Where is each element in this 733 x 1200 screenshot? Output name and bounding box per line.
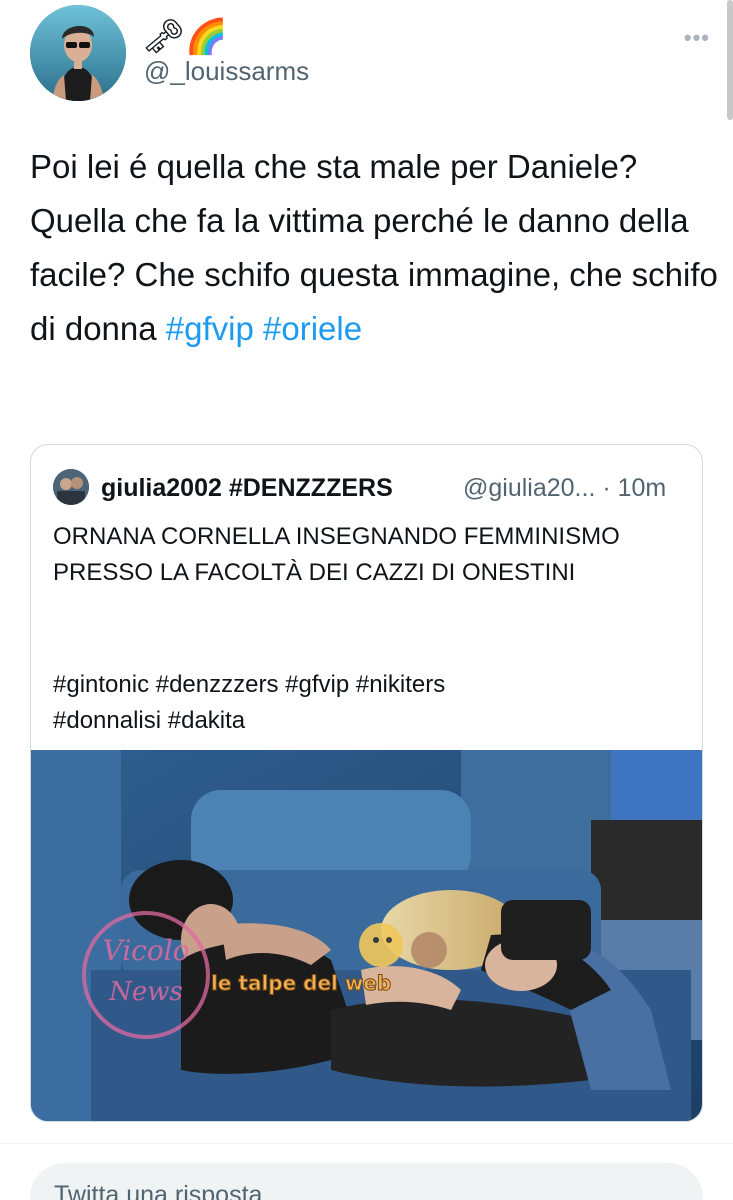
quoted-hashtags: #gintonic #denzzzers #gfvip #nikiters #d… bbox=[53, 667, 683, 739]
more-horizontal-icon[interactable]: ••• bbox=[684, 25, 710, 51]
reply-placeholder: Twitta una risposta bbox=[54, 1181, 263, 1200]
avatar[interactable] bbox=[30, 5, 126, 101]
quoted-tweet-text: ORNANA CORNELLA INSEGNANDO FEMMINISMO PR… bbox=[53, 523, 620, 586]
watermark-talpe: le talpe del web bbox=[211, 971, 391, 995]
tweet-body: Poi lei é quella che sta male per Daniel… bbox=[30, 148, 718, 347]
quoted-handle-time: @giulia20... · 10m bbox=[463, 474, 667, 502]
divider bbox=[0, 1143, 733, 1144]
hashtag-link[interactable]: #oriele bbox=[263, 310, 362, 347]
user-handle[interactable]: @_louissarms bbox=[144, 56, 309, 87]
svg-text:News: News bbox=[108, 977, 183, 1007]
hashtag-link[interactable]: #gfvip bbox=[166, 310, 254, 347]
scrollbar[interactable] bbox=[727, 0, 733, 120]
reply-input[interactable]: Twitta una risposta bbox=[30, 1163, 703, 1200]
quoted-avatar[interactable] bbox=[53, 469, 89, 505]
tweet-header: 🗝🌈 @_louissarms ••• bbox=[30, 5, 710, 105]
quoted-hashtags-line: #donnalisi #dakita bbox=[53, 707, 246, 734]
quoted-display-name[interactable]: giulia2002 #DENZZZERS bbox=[101, 474, 393, 503]
tweet-text: Poi lei é quella che sta male per Daniel… bbox=[30, 140, 720, 356]
quoted-tweet-header: giulia2002 #DENZZZERS @giulia20... · 10m bbox=[53, 467, 693, 507]
quoted-tweet-image[interactable]: Vicolo News le talpe del web bbox=[31, 750, 702, 1121]
display-name[interactable]: 🗝🌈 bbox=[142, 17, 228, 57]
watermark-vicolo: Vicolo bbox=[102, 934, 189, 967]
quoted-hashtags-line: #gintonic #denzzzers #gfvip #nikiters bbox=[53, 671, 446, 698]
quoted-tweet[interactable]: giulia2002 #DENZZZERS @giulia20... · 10m… bbox=[30, 444, 703, 1122]
